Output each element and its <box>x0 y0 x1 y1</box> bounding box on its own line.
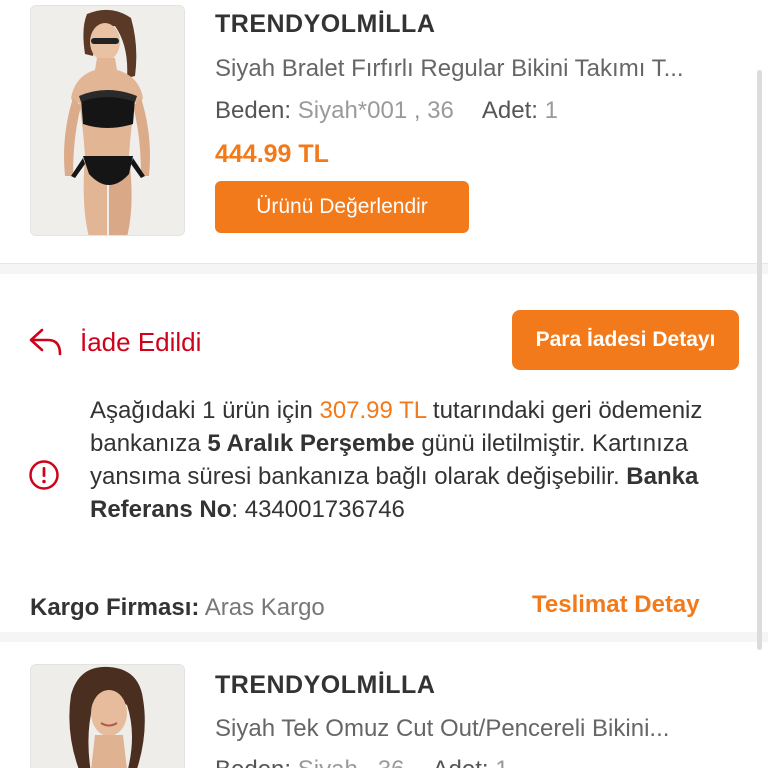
scrollbar[interactable] <box>757 70 762 650</box>
delivery-detail-link[interactable]: Teslimat Detay <box>532 591 700 619</box>
quantity-value: 1 <box>544 97 558 124</box>
quantity-value: 1 <box>495 756 508 768</box>
return-arrow-icon <box>29 328 62 356</box>
info-icon <box>29 460 59 490</box>
size-label: Beden: <box>215 97 292 124</box>
bank-reference-number: 434001736746 <box>244 496 405 523</box>
rate-product-button[interactable]: Ürünü Değerlendir <box>215 181 469 233</box>
quantity-label: Adet: <box>433 756 489 768</box>
order-item-card-2: TRENDYOLMİLLA Siyah Tek Omuz Cut Out/Pen… <box>0 642 768 768</box>
product-brand: TRENDYOLMİLLA <box>215 10 436 38</box>
section-divider <box>0 632 768 642</box>
size-value: Siyah*001 , 36 <box>297 97 454 124</box>
size-label: Beden: <box>215 756 291 768</box>
refund-status-label: İade Edildi <box>80 326 202 357</box>
product-image-1[interactable] <box>30 5 185 236</box>
size-value: Siyah , 36 <box>298 756 405 768</box>
product-title[interactable]: Siyah Tek Omuz Cut Out/Pencereli Bikini.… <box>215 715 735 743</box>
refund-date: 5 Aralık Perşembe <box>207 430 415 457</box>
product-price: 444.99 TL <box>215 140 329 168</box>
section-divider <box>0 264 768 274</box>
product-title[interactable]: Siyah Bralet Fırfırlı Regular Bikini Tak… <box>215 55 735 83</box>
quantity-label: Adet: <box>481 97 538 124</box>
refund-card: İade Edildi Para İadesi Detayı Aşağıdaki… <box>0 274 768 632</box>
cargo-label: Kargo Firması: <box>30 594 200 621</box>
refund-text-part: Aşağıdaki 1 ürün için <box>90 397 320 424</box>
product-brand: TRENDYOLMİLLA <box>215 671 436 699</box>
cargo-company: Kargo Firması: Aras Kargo <box>30 594 325 622</box>
refund-detail-button[interactable]: Para İadesi Detayı <box>512 310 739 370</box>
refund-amount: 307.99 TL <box>319 397 427 424</box>
product-meta: Beden: Siyah , 36 Adet: 1 <box>215 756 509 768</box>
cargo-value: Aras Kargo <box>204 594 325 621</box>
order-item-card-1: TRENDYOLMİLLA Siyah Bralet Fırfırlı Regu… <box>0 0 768 264</box>
refund-text-part: : <box>231 496 245 523</box>
product-meta: Beden: Siyah*001 , 36 Adet: 1 <box>215 97 558 125</box>
product-image-2[interactable] <box>30 664 185 768</box>
refund-info-text: Aşağıdaki 1 ürün için 307.99 TL tutarınd… <box>90 394 720 526</box>
refund-status: İade Edildi <box>28 326 201 358</box>
